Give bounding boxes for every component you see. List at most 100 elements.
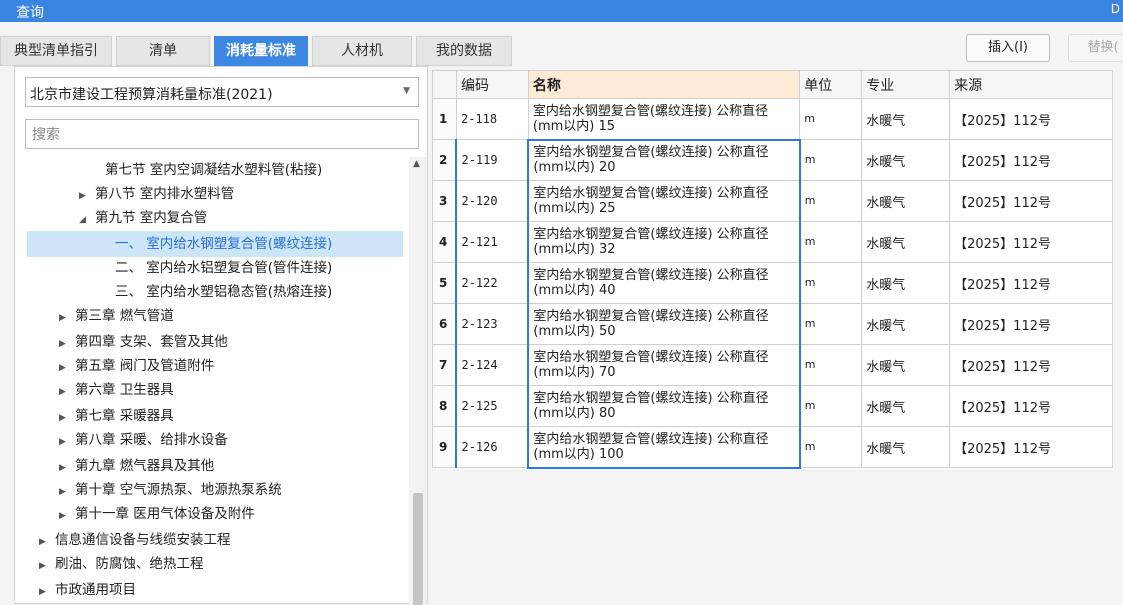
- tree-node-selected[interactable]: 一、 室内给水钢塑复合管(螺纹连接): [27, 231, 403, 257]
- expand-arrow-icon[interactable]: ▶: [59, 429, 75, 455]
- code-cell[interactable]: 2-119: [455, 139, 529, 181]
- name-cell[interactable]: 室内给水钢塑复合管(螺纹连接) 公称直径(mm以内) 80: [527, 385, 801, 427]
- tree-node[interactable]: ▶ 市政通用项目: [39, 577, 136, 603]
- name-cell[interactable]: 室内给水钢塑复合管(螺纹连接) 公称直径(mm以内) 40: [527, 262, 801, 304]
- code-cell[interactable]: 2-126: [455, 426, 529, 468]
- tree-node[interactable]: ▶ 第八章 采暖、给排水设备: [59, 427, 228, 453]
- expand-arrow-icon[interactable]: ▶: [59, 503, 75, 529]
- tree-node[interactable]: ◢ 第九节 室内复合管: [79, 205, 207, 231]
- tree-node[interactable]: ▶ 第十章 空气源热泵、地源热泵系统: [59, 477, 282, 503]
- name-cell[interactable]: 室内给水钢塑复合管(螺纹连接) 公称直径(mm以内) 50: [527, 303, 801, 345]
- tree-node-label: 第七节 室内空调凝结水塑料管(粘接): [105, 162, 323, 178]
- tree-node[interactable]: ▶ 信息通信设备与线缆安装工程: [39, 527, 231, 553]
- tree-node[interactable]: ▶ 第五章 阀门及管道附件: [59, 353, 214, 379]
- table-row[interactable]: 5 2-122 室内给水钢塑复合管(螺纹连接) 公称直径(mm以内) 40 m …: [432, 262, 1113, 304]
- tree-node[interactable]: ▶ 第四章 支架、套管及其他: [59, 329, 228, 355]
- unit-column-header[interactable]: 单位: [799, 70, 863, 99]
- name-cell[interactable]: 室内给水钢塑复合管(螺纹连接) 公称直径(mm以内) 70: [527, 344, 801, 386]
- search-input[interactable]: [30, 121, 404, 149]
- source-cell[interactable]: 【2025】112号: [949, 180, 1113, 222]
- code-cell[interactable]: 2-123: [455, 303, 529, 345]
- table-row[interactable]: 3 2-120 室内给水钢塑复合管(螺纹连接) 公称直径(mm以内) 25 m …: [432, 180, 1113, 222]
- table-row[interactable]: 4 2-121 室内给水钢塑复合管(螺纹连接) 公称直径(mm以内) 32 m …: [432, 221, 1113, 263]
- source-column-header[interactable]: 来源: [949, 70, 1113, 99]
- source-cell[interactable]: 【2025】112号: [949, 221, 1113, 263]
- source-cell[interactable]: 【2025】112号: [949, 385, 1113, 427]
- table-row[interactable]: 2 2-119 室内给水钢塑复合管(螺纹连接) 公称直径(mm以内) 20 m …: [432, 138, 1113, 181]
- table-row[interactable]: 1 2-118 室内给水钢塑复合管(螺纹连接) 公称直径(mm以内) 15 m …: [432, 98, 1113, 140]
- tree-node[interactable]: ▶ 刷油、防腐蚀、绝热工程: [39, 551, 204, 577]
- table-row[interactable]: 9 2-126 室内给水钢塑复合管(螺纹连接) 公称直径(mm以内) 100 m…: [432, 426, 1113, 469]
- insert-button[interactable]: 插入(I): [966, 34, 1050, 62]
- code-cell[interactable]: 2-124: [455, 344, 529, 386]
- unit-cell[interactable]: m: [799, 221, 863, 263]
- row-index: 2: [432, 139, 457, 181]
- standard-select[interactable]: 北京市建设工程预算消耗量标准(2021) ▼: [25, 77, 419, 107]
- source-cell[interactable]: 【2025】112号: [949, 303, 1113, 345]
- tree-scrollbar[interactable]: ▲: [409, 157, 427, 605]
- tab-bill[interactable]: 清单: [116, 36, 210, 66]
- name-cell[interactable]: 室内给水钢塑复合管(螺纹连接) 公称直径(mm以内) 25: [527, 180, 801, 222]
- tree-node[interactable]: ▶ 第十一章 医用气体设备及附件: [59, 501, 255, 527]
- code-cell[interactable]: 2-122: [455, 262, 529, 304]
- specialty-cell[interactable]: 水暖气: [861, 98, 951, 140]
- name-column-header[interactable]: 名称: [527, 70, 801, 99]
- unit-cell[interactable]: m: [799, 426, 863, 468]
- table-row[interactable]: 8 2-125 室内给水钢塑复合管(螺纹连接) 公称直径(mm以内) 80 m …: [432, 385, 1113, 427]
- tree-node[interactable]: 二、 室内给水铝塑复合管(管件连接): [115, 255, 332, 281]
- tab-labor-material-machine[interactable]: 人材机: [312, 36, 412, 66]
- code-cell[interactable]: 2-118: [455, 98, 529, 140]
- code-cell[interactable]: 2-125: [455, 385, 529, 427]
- source-cell[interactable]: 【2025】112号: [949, 98, 1113, 140]
- code-column-header[interactable]: 编码: [455, 70, 529, 99]
- tree-node[interactable]: 三、 室内给水塑铝稳态管(热熔连接): [115, 279, 332, 305]
- name-cell[interactable]: 室内给水钢塑复合管(螺纹连接) 公称直径(mm以内) 15: [527, 98, 801, 140]
- tab-my-data[interactable]: 我的数据: [416, 36, 512, 66]
- tab-typical-bill-guide[interactable]: 典型清单指引: [0, 36, 112, 66]
- source-cell[interactable]: 【2025】112号: [949, 426, 1113, 468]
- expand-arrow-icon[interactable]: ▶: [59, 379, 75, 405]
- tree-node[interactable]: 第七节 室内空调凝结水塑料管(粘接): [89, 157, 322, 183]
- unit-cell[interactable]: m: [799, 98, 863, 140]
- unit-cell[interactable]: m: [799, 344, 863, 386]
- unit-cell[interactable]: m: [799, 303, 863, 345]
- tree-node[interactable]: ▶ 第七章 采暖器具: [59, 403, 174, 429]
- specialty-cell[interactable]: 水暖气: [861, 221, 951, 263]
- unit-cell[interactable]: m: [799, 139, 863, 181]
- table-row[interactable]: 6 2-123 室内给水钢塑复合管(螺纹连接) 公称直径(mm以内) 50 m …: [432, 303, 1113, 345]
- source-cell[interactable]: 【2025】112号: [949, 139, 1113, 181]
- specialty-cell[interactable]: 水暖气: [861, 262, 951, 304]
- specialty-cell[interactable]: 水暖气: [861, 344, 951, 386]
- specialty-cell[interactable]: 水暖气: [861, 303, 951, 345]
- unit-cell[interactable]: m: [799, 385, 863, 427]
- tree-node[interactable]: ▶ 第九章 燃气器具及其他: [59, 453, 214, 479]
- specialty-cell[interactable]: 水暖气: [861, 385, 951, 427]
- unit-cell[interactable]: m: [799, 180, 863, 222]
- tree-node[interactable]: ▶ 第三章 燃气管道: [59, 303, 174, 329]
- expand-arrow-icon[interactable]: ▶: [39, 579, 55, 605]
- source-cell[interactable]: 【2025】112号: [949, 262, 1113, 304]
- name-cell[interactable]: 室内给水钢塑复合管(螺纹连接) 公称直径(mm以内) 100: [527, 426, 801, 469]
- name-cell[interactable]: 室内给水钢塑复合管(螺纹连接) 公称直径(mm以内) 32: [527, 221, 801, 263]
- replace-button[interactable]: 替换(: [1068, 34, 1123, 62]
- name-cell[interactable]: 室内给水钢塑复合管(螺纹连接) 公称直径(mm以内) 20: [527, 138, 801, 181]
- source-cell[interactable]: 【2025】112号: [949, 344, 1113, 386]
- expand-arrow-icon[interactable]: ▶: [39, 553, 55, 579]
- search-box[interactable]: [25, 119, 419, 149]
- specialty-cell[interactable]: 水暖气: [861, 180, 951, 222]
- specialty-column-header[interactable]: 专业: [861, 70, 951, 99]
- tree-node[interactable]: ▶ 第八节 室内排水塑料管: [79, 181, 234, 207]
- scrollbar-thumb[interactable]: [413, 493, 423, 605]
- tree-node[interactable]: ▶ 第六章 卫生器具: [59, 377, 174, 403]
- specialty-cell[interactable]: 水暖气: [861, 139, 951, 181]
- scroll-up-icon[interactable]: ▲: [413, 159, 420, 169]
- code-cell[interactable]: 2-121: [455, 221, 529, 263]
- specialty-cell[interactable]: 水暖气: [861, 426, 951, 468]
- expand-arrow-icon[interactable]: ▶: [59, 305, 75, 331]
- table-row[interactable]: 7 2-124 室内给水钢塑复合管(螺纹连接) 公称直径(mm以内) 70 m …: [432, 344, 1113, 386]
- tab-consumption-standard[interactable]: 消耗量标准: [214, 36, 308, 66]
- collapse-arrow-icon[interactable]: ◢: [79, 207, 95, 233]
- unit-cell[interactable]: m: [799, 262, 863, 304]
- code-cell[interactable]: 2-120: [455, 180, 529, 222]
- chevron-down-icon[interactable]: ▼: [403, 86, 410, 96]
